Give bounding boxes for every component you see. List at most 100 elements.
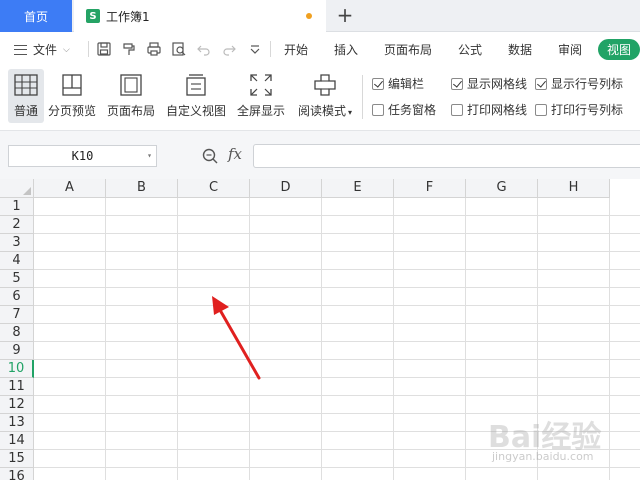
column-header[interactable]: D [250, 179, 322, 198]
full-screen-label: 全屏显示 [236, 104, 285, 118]
tab-bar: 首页 S 工作簿1 + [0, 0, 640, 32]
menu-tab-review[interactable]: 审阅 [558, 41, 582, 58]
file-menu-label: 文件 [33, 43, 58, 57]
row-header[interactable]: 13 [0, 414, 34, 432]
name-box-value: K10 [71, 149, 94, 163]
checkbox-print-gridlines[interactable]: 打印网格线 [451, 101, 527, 118]
row-header[interactable]: 14 [0, 432, 34, 450]
tab-home[interactable]: 首页 [0, 0, 72, 32]
page-break-preview-button[interactable]: 分页预览 [46, 69, 98, 123]
hamburger-icon [14, 44, 27, 55]
watermark: Bai经验 jingyan.baidu.com [488, 412, 638, 472]
checkbox-label: 编辑栏 [388, 77, 425, 91]
reading-mode-label: 阅读模式 ▾ [297, 104, 353, 118]
format-painter-icon[interactable] [121, 41, 137, 57]
file-menu-button[interactable]: 文件 ⌵ [14, 41, 70, 58]
checkbox-icon [451, 103, 463, 116]
menu-bar: 文件 ⌵ 开始 插入 页面布局 公式 数据 审阅 视图 [0, 33, 640, 65]
print-preview-icon[interactable] [171, 41, 187, 57]
checkbox-label: 显示网格线 [467, 77, 528, 91]
divider [88, 41, 89, 57]
custom-views-label: 自定义视图 [165, 104, 226, 118]
column-header[interactable]: H [538, 179, 610, 198]
page-layout-view-icon [118, 72, 144, 98]
checkbox-icon [372, 103, 384, 116]
row-header[interactable]: 3 [0, 234, 34, 252]
page-layout-view-button[interactable]: 页面布局 [104, 69, 158, 123]
new-tab-button[interactable]: + [334, 4, 356, 26]
full-screen-button[interactable]: 全屏显示 [234, 69, 288, 123]
menu-tab-insert[interactable]: 插入 [334, 41, 358, 58]
chevron-down-icon[interactable]: ▾ [147, 146, 152, 166]
insert-function-icon[interactable]: fx [228, 145, 242, 163]
checkbox-formula-bar[interactable]: 编辑栏 [372, 75, 424, 92]
save-icon[interactable] [96, 41, 112, 57]
page-break-preview-icon [59, 72, 85, 98]
chevron-down-icon: ⌵ [63, 44, 70, 55]
workbook-title: 工作簿1 [106, 9, 150, 24]
tab-workbook[interactable]: S 工作簿1 [74, 0, 326, 32]
checkbox-label: 显示行号列标 [551, 77, 624, 91]
customize-toolbar-icon[interactable] [247, 41, 263, 57]
menu-tab-data[interactable]: 数据 [508, 41, 532, 58]
menu-tab-home[interactable]: 开始 [284, 41, 308, 58]
divider [270, 41, 271, 57]
watermark-url: jingyan.baidu.com [492, 450, 594, 463]
select-all-button[interactable] [0, 179, 34, 198]
row-header[interactable]: 2 [0, 216, 34, 234]
custom-views-button[interactable]: 自定义视图 [164, 69, 228, 123]
checkbox-icon [372, 77, 384, 90]
menu-tab-view[interactable]: 视图 [598, 39, 640, 60]
custom-views-icon [183, 72, 209, 98]
row-header[interactable]: 11 [0, 378, 34, 396]
row-header[interactable]: 10 [0, 360, 34, 378]
normal-view-icon [13, 72, 39, 98]
normal-view-label: 普通 [13, 104, 38, 118]
redo-icon[interactable] [221, 41, 237, 57]
row-header[interactable]: 12 [0, 396, 34, 414]
normal-view-button[interactable]: 普通 [8, 69, 44, 123]
spreadsheet-doc-icon: S [86, 9, 100, 23]
row-header[interactable]: 7 [0, 306, 34, 324]
page-break-preview-label: 分页预览 [47, 104, 96, 118]
reading-mode-icon [312, 72, 338, 98]
checkbox-show-headings[interactable]: 显示行号列标 [535, 75, 623, 92]
zoom-icon[interactable] [201, 147, 219, 165]
page-layout-view-label: 页面布局 [106, 104, 155, 118]
row-header[interactable]: 5 [0, 270, 34, 288]
column-header[interactable]: B [106, 179, 178, 198]
checkbox-icon [451, 77, 463, 90]
name-box[interactable]: K10 ▾ [8, 145, 157, 167]
spreadsheet-app-window: 首页 S 工作簿1 + 文件 ⌵ 开始 插入 页面布局 公式 数据 审阅 视图 … [0, 0, 640, 480]
column-header[interactable]: A [34, 179, 106, 198]
row-header[interactable]: 9 [0, 342, 34, 360]
checkbox-print-headings[interactable]: 打印行号列标 [535, 101, 623, 118]
undo-icon[interactable] [196, 41, 212, 57]
menu-tab-formulas[interactable]: 公式 [458, 41, 482, 58]
column-header[interactable]: F [394, 179, 466, 198]
unsaved-dot-icon [306, 13, 312, 19]
row-header[interactable]: 1 [0, 198, 34, 216]
checkbox-show-gridlines[interactable]: 显示网格线 [451, 75, 527, 92]
divider [362, 75, 363, 119]
row-header[interactable]: 15 [0, 450, 34, 468]
row-header[interactable]: 16 [0, 468, 34, 480]
checkbox-label: 打印网格线 [467, 103, 528, 117]
row-header[interactable]: 6 [0, 288, 34, 306]
row-header[interactable]: 4 [0, 252, 34, 270]
reading-mode-button[interactable]: 阅读模式 ▾ [294, 69, 356, 123]
formula-input[interactable] [253, 144, 640, 168]
column-header[interactable]: E [322, 179, 394, 198]
checkbox-icon [535, 77, 547, 90]
column-header[interactable]: C [178, 179, 250, 198]
full-screen-icon [248, 72, 274, 98]
dropdown-caret-icon: ▾ [348, 108, 353, 117]
checkbox-label: 打印行号列标 [551, 103, 624, 117]
column-header[interactable]: G [466, 179, 538, 198]
checkbox-icon [535, 103, 547, 116]
row-header[interactable]: 8 [0, 324, 34, 342]
checkbox-task-pane[interactable]: 任务窗格 [372, 101, 436, 118]
menu-tab-page-layout[interactable]: 页面布局 [384, 41, 432, 58]
print-icon[interactable] [146, 41, 162, 57]
view-ribbon: 普通 分页预览 页面布局 自定义视图 全屏显示 阅读模式 ▾ 编辑栏 显示网格线… [0, 65, 640, 131]
